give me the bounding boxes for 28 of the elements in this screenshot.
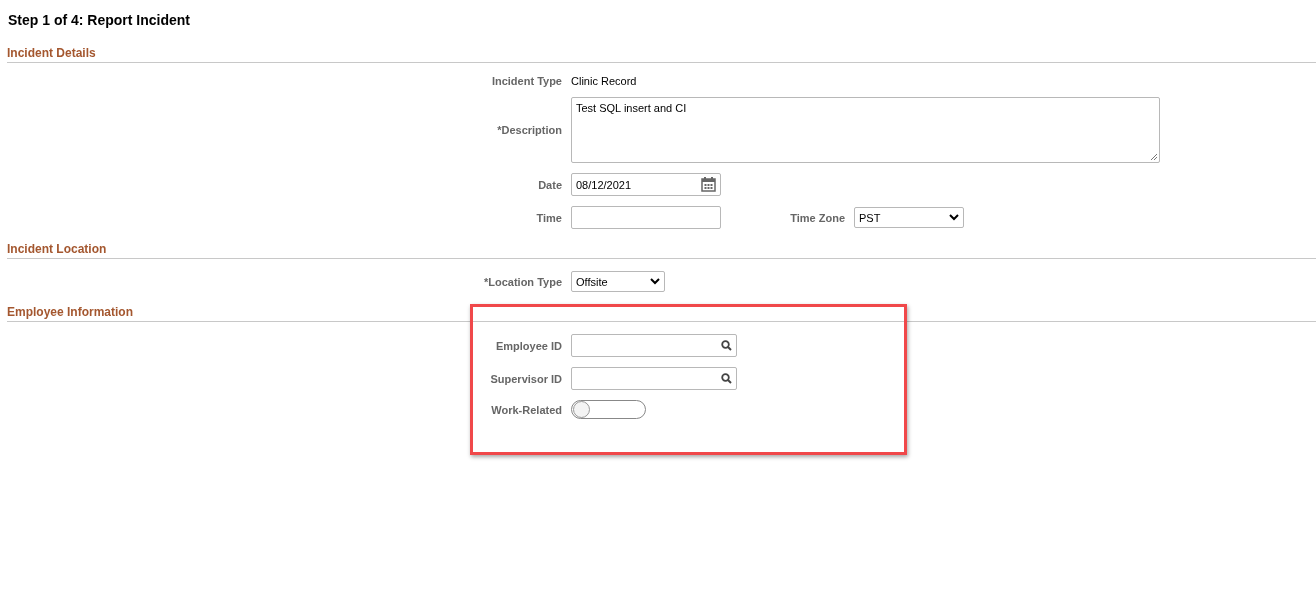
field-label: *Location Type <box>482 275 563 288</box>
section-heading: Incident Details <box>7 46 1316 63</box>
section-heading: Employee Information <box>7 305 1316 322</box>
description-field[interactable]: Test SQL insert and CI <box>571 97 1160 163</box>
dropdown[interactable]: Offsite <box>571 271 665 292</box>
page-title: Step 1 of 4: Report Incident <box>8 12 191 28</box>
field-label: Date <box>537 178 563 191</box>
search-icon <box>721 373 732 384</box>
time-field[interactable] <box>571 206 721 229</box>
chevron-down-icon <box>949 214 959 221</box>
field-label: Supervisor ID <box>489 372 563 385</box>
field-label: Time Zone <box>789 211 846 224</box>
field-label: Work-Related <box>490 403 563 416</box>
resize-grip-icon <box>1150 153 1158 161</box>
section-heading: Incident Location <box>7 242 1316 259</box>
date-field[interactable]: 08/12/2021 <box>571 173 721 196</box>
field-label: Time <box>535 211 563 224</box>
work-related-toggle[interactable] <box>571 400 646 419</box>
lookup-field[interactable] <box>571 367 737 390</box>
lookup-field[interactable] <box>571 334 737 357</box>
dropdown[interactable]: PST <box>854 207 964 228</box>
calendar-icon <box>701 177 716 192</box>
chevron-down-icon <box>650 278 660 285</box>
search-icon <box>721 340 732 351</box>
field-label: Employee ID <box>494 339 563 352</box>
field-label: *Description <box>496 124 563 136</box>
field-label: Incident Type <box>490 75 563 87</box>
field-value: Clinic Record <box>571 75 637 87</box>
